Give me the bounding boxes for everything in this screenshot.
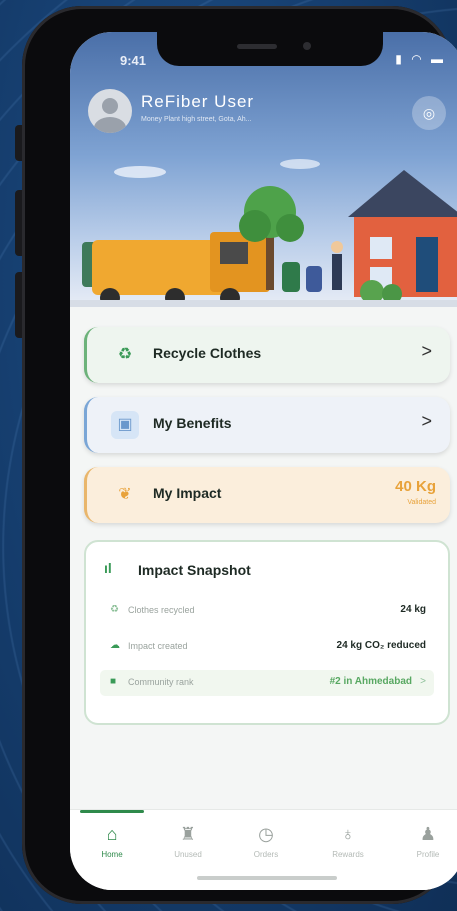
recycling-truck-illustration [70, 159, 457, 307]
user-name: ReFiber User [141, 92, 255, 111]
user-icon: ♟ [419, 824, 437, 844]
chevron-right-icon: > [421, 341, 432, 361]
tab-label: Profile [416, 850, 440, 859]
tab-label: Rewards [332, 850, 364, 859]
hero-header: 9:41 ▮ ◠ ▬ ReFiber User Money Plant high… [70, 32, 457, 307]
tab-profile[interactable]: ♟ Profile [398, 824, 457, 859]
phone-frame: 9:41 ▮ ◠ ▬ ReFiber User Money Plant high… [22, 6, 457, 904]
home-indicator [197, 876, 337, 880]
gift-icon: ▣ [111, 411, 139, 439]
notification-bell-icon[interactable]: ◎ [412, 96, 446, 130]
user-address: Money Plant high street, Gota, Ah... [141, 116, 252, 123]
row-label: Community rank [128, 677, 194, 687]
recycle-icon: ♻ [110, 604, 119, 615]
snapshot-title: Impact Snapshot [138, 562, 251, 578]
row-label: Impact created [128, 641, 188, 651]
impact-snapshot-card: ıl Impact Snapshot ♻ Clothes recycled 24… [84, 540, 450, 725]
medal-icon: ♁ [341, 824, 355, 844]
tab-label: Orders [253, 850, 279, 859]
row-value: #2 in Ahmedabad [329, 676, 412, 687]
chevron-right-icon: > [421, 411, 432, 431]
home-icon: ⌂ [106, 824, 118, 844]
my-impact-card[interactable]: ❦ My Impact 40 Kg Validated [84, 467, 450, 523]
chevron-right-icon: > [420, 676, 426, 687]
list-item: ☁ Impact created 24 kg CO₂ reduced [100, 634, 434, 660]
recycle-clothes-label: Recycle Clothes [153, 345, 262, 361]
list-item: ♻ Clothes recycled 24 kg [100, 598, 434, 624]
active-tab-indicator [80, 810, 144, 813]
row-value: 24 kg CO₂ reduced [336, 640, 426, 651]
avatar[interactable] [88, 89, 132, 133]
device-notch [157, 32, 383, 66]
row-label: Clothes recycled [128, 605, 195, 615]
tab-label: Home [101, 850, 123, 859]
leaf-icon: ❦ [118, 486, 132, 503]
tab-label: Unused [174, 850, 202, 859]
recycle-icon: ♻ [117, 346, 133, 363]
bar-chart-icon: ıl [104, 560, 112, 576]
app-screen: 9:41 ▮ ◠ ▬ ReFiber User Money Plant high… [70, 32, 457, 890]
status-time: 9:41 [120, 53, 147, 68]
bottom-nav: ⌂ Home ♜ Unused ◷ Orders ♁ Rewards ♟ Pro… [70, 809, 457, 890]
tab-home[interactable]: ⌂ Home [82, 824, 142, 859]
my-impact-label: My Impact [153, 485, 222, 501]
tab-orders[interactable]: ◷ Orders [236, 824, 296, 859]
status-icons: ▮ ◠ ▬ [395, 52, 446, 66]
row-value: 24 kg [400, 604, 426, 615]
community-rank-row[interactable]: ■ Community rank #2 in Ahmedabad > [100, 670, 434, 696]
shirt-icon: ♜ [179, 824, 197, 844]
my-benefits-label: My Benefits [153, 415, 232, 431]
clock-icon: ◷ [258, 824, 274, 844]
cloud-icon: ☁ [110, 640, 120, 651]
trophy-icon: ■ [110, 676, 117, 687]
my-benefits-card[interactable]: ▣ My Benefits > [84, 397, 450, 453]
tab-unused[interactable]: ♜ Unused [158, 824, 218, 859]
tab-rewards[interactable]: ♁ Rewards [318, 824, 378, 859]
recycle-clothes-card[interactable]: ♻ Recycle Clothes > [84, 327, 450, 383]
impact-value: 40 Kg [395, 478, 436, 495]
impact-status: Validated [407, 499, 436, 506]
